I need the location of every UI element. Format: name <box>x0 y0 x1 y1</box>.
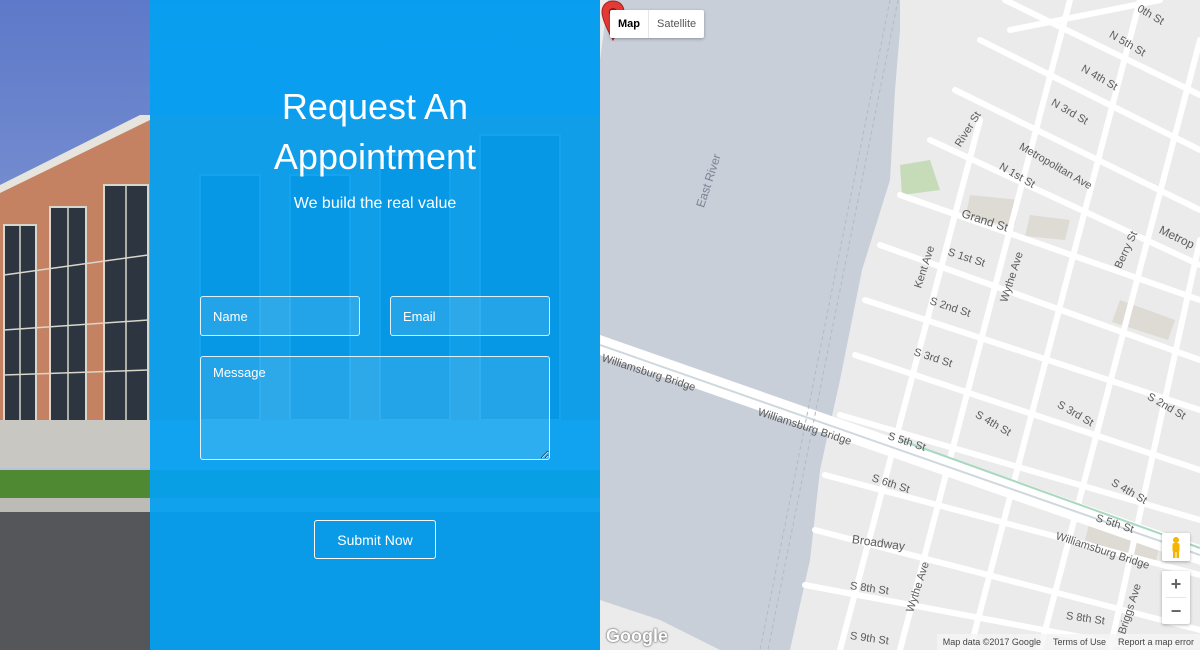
zoom-in-button[interactable]: + <box>1162 571 1190 597</box>
google-logo[interactable]: Google <box>606 626 668 647</box>
map-type-satellite-button[interactable]: Satellite <box>649 10 704 38</box>
submit-button[interactable]: Submit Now <box>314 520 436 559</box>
map-type-map-button[interactable]: Map <box>610 10 649 38</box>
name-input[interactable] <box>200 296 360 336</box>
form-title-line-2: Appointment <box>273 136 477 177</box>
map-data-attribution: Map data ©2017 Google <box>942 637 1041 647</box>
report-map-error-link[interactable]: Report a map error <box>1112 634 1200 650</box>
map-attribution-bar: Map data ©2017 Google Terms of Use Repor… <box>936 634 1200 650</box>
zoom-out-button[interactable]: − <box>1162 598 1190 624</box>
terms-of-use-link[interactable]: Terms of Use <box>1047 634 1112 650</box>
map-view[interactable]: East River Williamsburg Bridge Williamsb… <box>600 0 1200 650</box>
form-title: Request An Appointment <box>150 82 600 182</box>
form-title-line-1: Request An <box>281 86 469 127</box>
form-subtitle: We build the real value <box>293 195 457 212</box>
map-type-control: Map Satellite <box>610 10 705 38</box>
appointment-form-panel: Request An Appointment We build the real… <box>150 0 600 650</box>
street-view-pegman-button[interactable] <box>1162 533 1190 561</box>
zoom-control: + − <box>1162 571 1190 624</box>
email-input[interactable] <box>390 296 550 336</box>
pegman-icon <box>1172 537 1180 558</box>
message-textarea[interactable] <box>200 356 550 460</box>
